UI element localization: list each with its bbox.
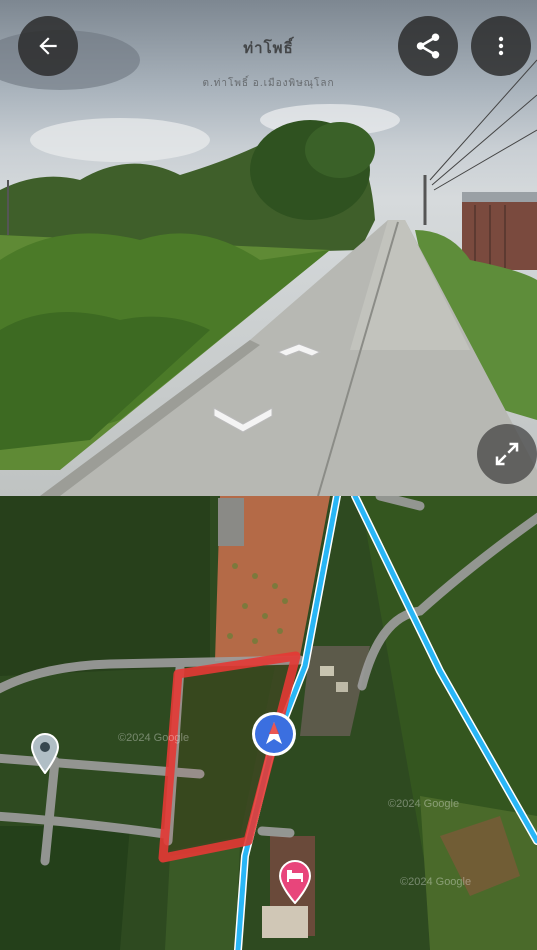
more-vertical-icon <box>498 36 504 56</box>
back-button[interactable] <box>18 16 78 76</box>
more-options-button[interactable] <box>471 16 531 76</box>
street-view-pane[interactable]: ท่าโพธิ์ ต.ท่าโพธิ์ อ.เมืองพิษณุโลก <box>0 0 537 496</box>
location-pin-icon[interactable] <box>30 732 60 774</box>
navigate-back-chevron[interactable] <box>210 400 276 434</box>
map-watermark: ©2024 Google <box>118 732 190 744</box>
map-watermark: ©2024 Google <box>400 876 472 888</box>
satellite-map[interactable]: ©2024 Google ©2024 Google ©2024 Google <box>0 496 537 950</box>
street-view-subtitle: ต.ท่าโพธิ์ อ.เมืองพิษณุโลก <box>202 78 335 89</box>
share-button[interactable] <box>398 16 458 76</box>
expand-icon <box>495 442 519 466</box>
arrow-left-icon <box>39 37 57 55</box>
map-watermark: ©2024 Google <box>388 798 460 810</box>
street-view-position-marker[interactable] <box>250 710 298 758</box>
expand-button[interactable] <box>477 424 537 484</box>
hotel-pin-icon[interactable] <box>278 860 312 904</box>
share-icon <box>416 33 440 59</box>
navigate-forward-chevron[interactable] <box>276 340 322 362</box>
